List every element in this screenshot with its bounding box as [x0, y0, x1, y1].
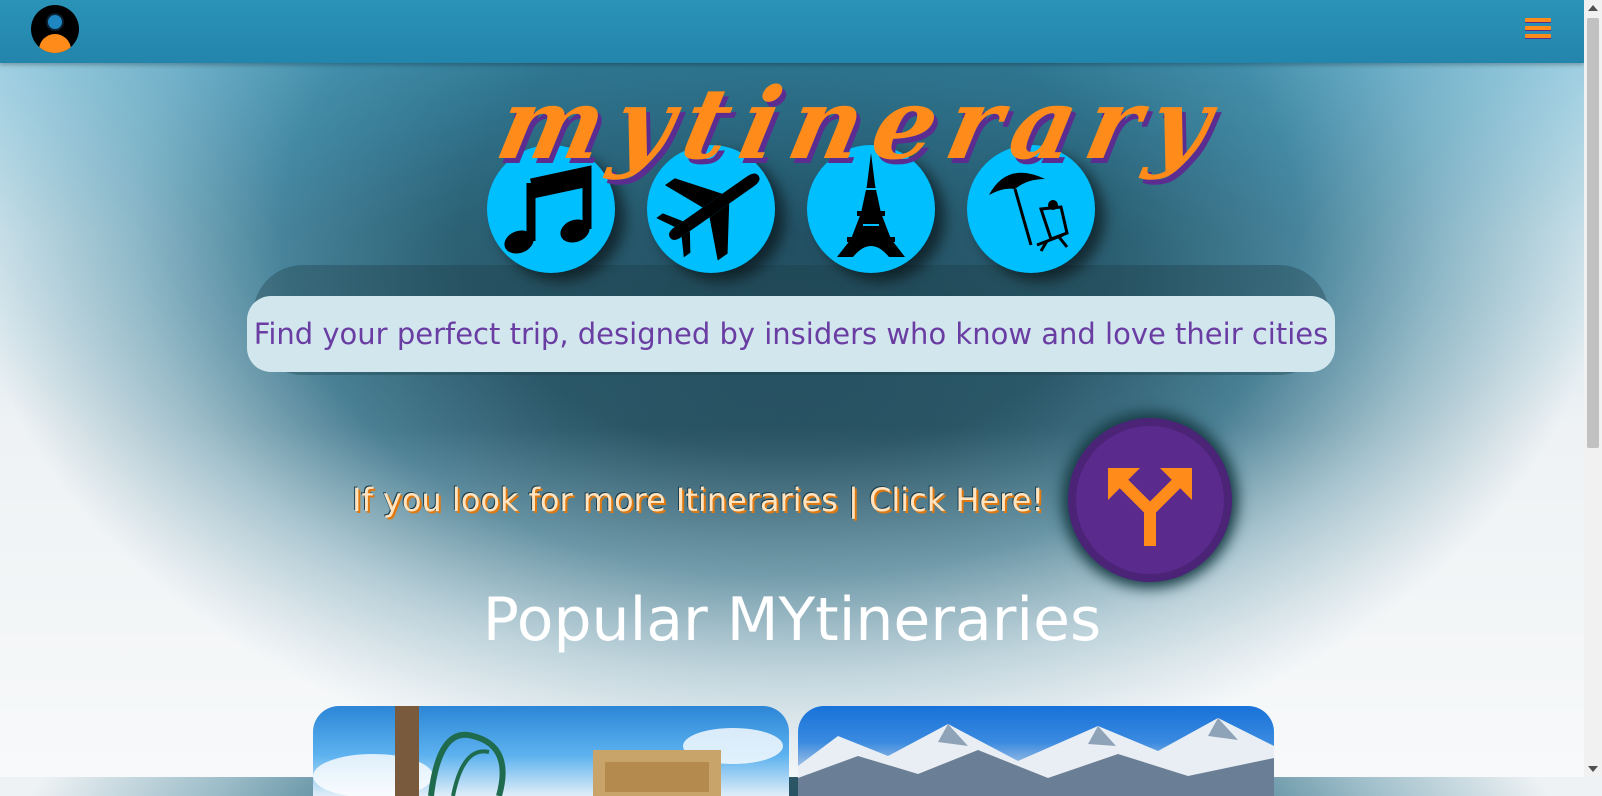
scroll-down-arrow-icon[interactable] [1588, 766, 1598, 772]
user-avatar-icon[interactable] [31, 5, 79, 53]
hamburger-menu-icon[interactable] [1525, 16, 1553, 40]
scroll-up-arrow-icon[interactable] [1588, 5, 1598, 11]
menu-line-middle [1525, 26, 1551, 30]
theme-park-roller-coaster-image [313, 706, 783, 796]
snowy-mountains-image [798, 718, 1274, 796]
page-scrollbar[interactable] [1584, 0, 1602, 777]
menu-line-bottom [1525, 34, 1551, 38]
brand-logo: mytinerary [487, 67, 1233, 182]
more-itineraries-link[interactable]: If you look for more Itineraries | Click… [352, 475, 1052, 525]
scrollbar-thumb[interactable] [1587, 18, 1599, 448]
itinerary-card[interactable] [313, 706, 789, 796]
browse-itineraries-button[interactable] [1068, 418, 1232, 582]
avatar-head [46, 13, 64, 31]
avatar-body [39, 34, 71, 53]
popular-section-title: Popular MYtineraries [482, 585, 1102, 655]
top-navbar [0, 0, 1584, 63]
split-arrows-icon [1108, 468, 1192, 546]
tagline-banner: Find your perfect trip, designed by insi… [247, 296, 1335, 372]
menu-line-top [1525, 18, 1551, 22]
tagline-text: Find your perfect trip, designed by insi… [253, 317, 1329, 351]
itinerary-card[interactable] [798, 706, 1274, 796]
